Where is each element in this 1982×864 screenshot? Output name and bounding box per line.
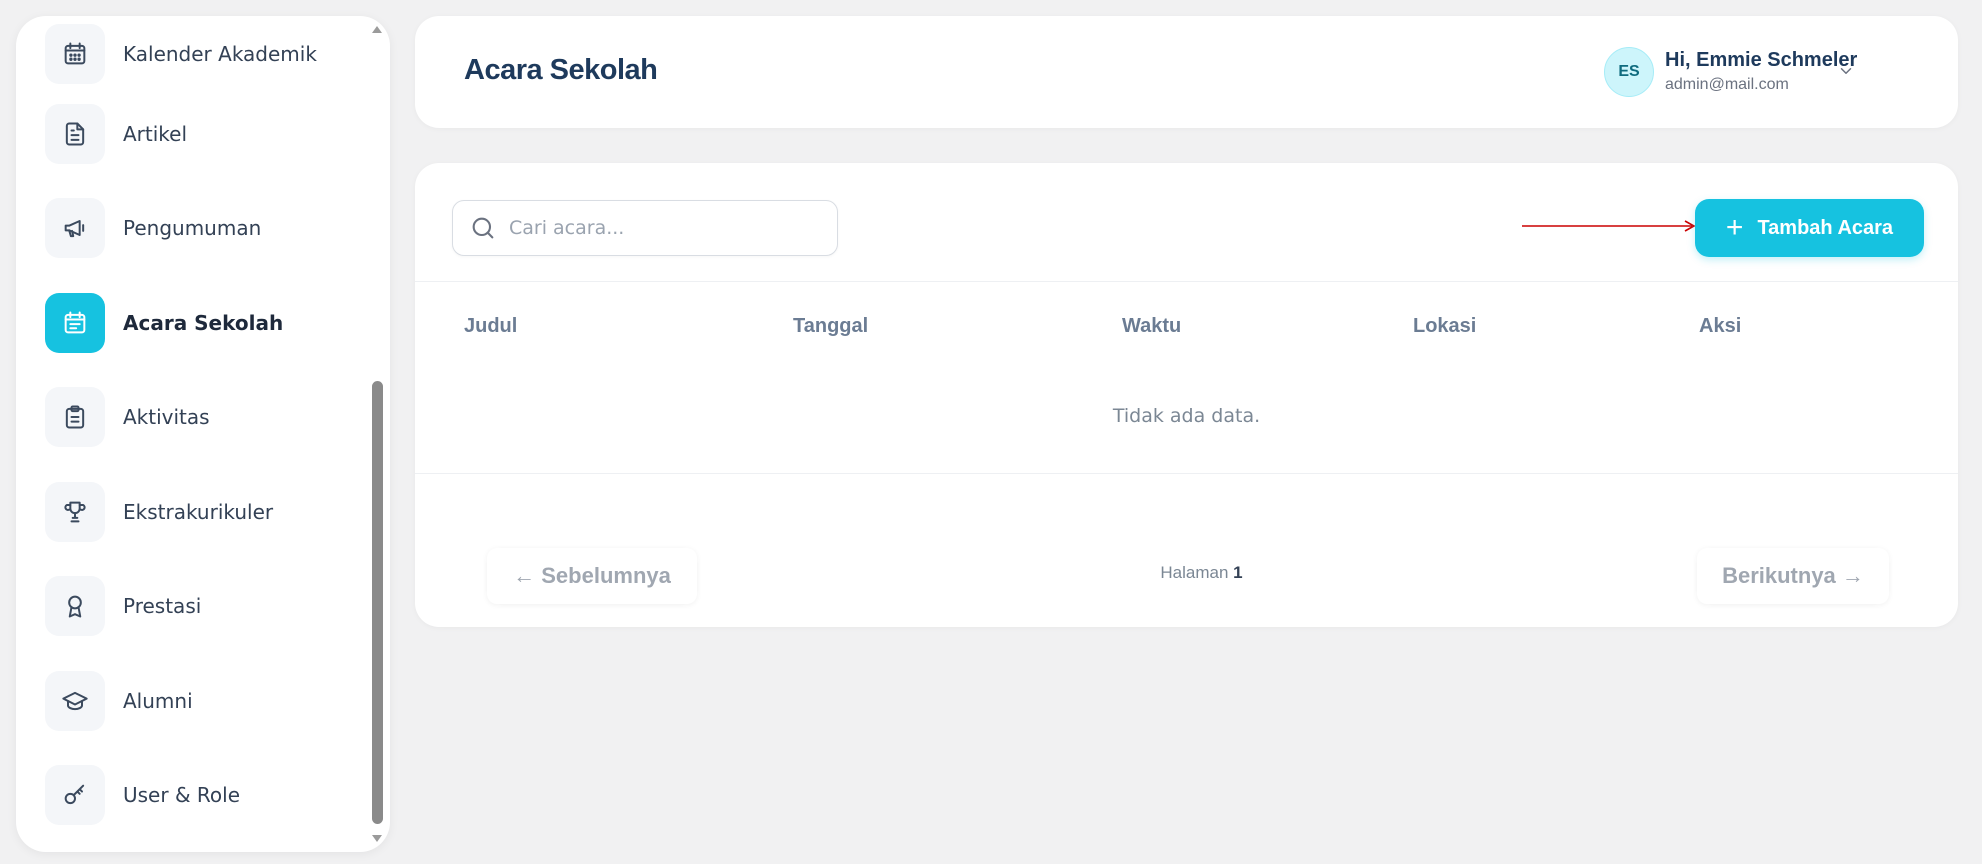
add-event-button[interactable]: + Tambah Acara [1695,199,1924,257]
plus-icon: + [1725,211,1744,244]
chevron-down-icon[interactable] [1837,62,1855,80]
sidebar-item-prestasi[interactable]: Prestasi [45,576,365,636]
sidebar-item-label: Artikel [123,122,188,146]
calendar-icon [45,24,105,84]
column-header-judul[interactable]: Judul [464,315,517,338]
header-card: Acara Sekolah ES Hi, Emmie Schmeler admi… [415,16,1958,128]
sidebar-item-alumni[interactable]: Alumni [45,671,365,731]
next-page-button[interactable]: Berikutnya → [1697,548,1889,604]
sidebar-item-acara-sekolah[interactable]: Acara Sekolah [45,293,365,353]
column-header-tanggal[interactable]: Tanggal [793,315,868,338]
divider [415,473,1958,474]
search-box [452,200,838,256]
current-page-number: 1 [1233,563,1243,582]
empty-state-text: Tidak ada data. [1112,405,1261,427]
sidebar-item-ekstrakurikuler[interactable]: Ekstrakurikuler [45,482,365,542]
page-title: Acara Sekolah [464,54,658,86]
column-header-waktu[interactable]: Waktu [1122,315,1181,338]
divider [415,281,1958,282]
add-event-label: Tambah Acara [1757,216,1894,239]
sidebar-item-label: Alumni [123,689,193,713]
column-header-lokasi[interactable]: Lokasi [1413,315,1476,338]
search-input[interactable] [509,217,809,239]
sidebar-item-kalender-akademik[interactable]: Kalender Akademik [45,24,365,84]
sidebar: Kalender Akademik Artikel Pengumuman Aca… [16,16,390,852]
sidebar-item-label: User & Role [123,783,240,807]
sidebar-item-artikel[interactable]: Artikel [45,104,365,164]
trophy-icon [45,482,105,542]
document-icon [45,104,105,164]
sidebar-item-label: Acara Sekolah [123,311,284,335]
annotation-arrow [1522,220,1696,232]
sidebar-item-pengumuman[interactable]: Pengumuman [45,198,365,258]
page-prefix: Halaman [1160,563,1229,582]
sidebar-item-user-role[interactable]: User & Role [45,765,365,825]
scroll-up-arrow[interactable] [372,26,382,33]
column-header-aksi: Aksi [1699,315,1742,337]
calendar-event-icon [45,293,105,353]
graduation-cap-icon [45,671,105,731]
user-greeting[interactable]: Hi, Emmie Schmeler [1665,49,1857,72]
sidebar-item-aktivitas[interactable]: Aktivitas [45,387,365,447]
user-email: admin@mail.com [1665,76,1789,93]
sidebar-item-label: Prestasi [123,594,202,618]
award-icon [45,576,105,636]
key-icon [45,765,105,825]
events-card: + Tambah Acara Judul Tanggal Waktu Lokas… [415,163,1958,627]
clipboard-icon [45,387,105,447]
sidebar-item-label: Aktivitas [123,405,210,429]
megaphone-icon [45,198,105,258]
sidebar-item-label: Ekstrakurikuler [123,500,274,524]
scrollbar-thumb[interactable] [372,381,383,824]
search-icon [472,217,494,239]
sidebar-item-label: Kalender Akademik [123,42,317,66]
avatar[interactable]: ES [1604,47,1654,97]
scroll-down-arrow[interactable] [372,835,382,842]
sidebar-item-label: Pengumuman [123,216,262,240]
